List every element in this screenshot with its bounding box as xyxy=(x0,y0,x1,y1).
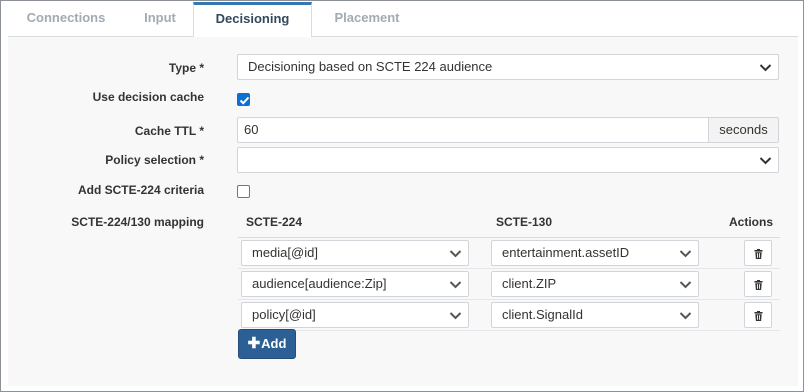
chevron-down-icon xyxy=(759,157,772,165)
scte224-value: policy[@id] xyxy=(252,307,316,322)
policy-selection-label: Policy selection * xyxy=(105,153,204,167)
scte130-value: entertainment.assetID xyxy=(502,245,630,260)
delete-row-button[interactable] xyxy=(744,271,772,297)
cache-ttl-input[interactable]: 60 xyxy=(237,117,709,143)
tab-placement[interactable]: Placement xyxy=(312,2,422,37)
tab-input[interactable]: Input xyxy=(126,2,194,37)
scte130-select[interactable]: client.SignalId xyxy=(491,302,699,328)
scte130-select[interactable]: entertainment.assetID xyxy=(491,240,699,266)
mapping-table: media[@id] entertainment.assetID audienc… xyxy=(238,237,780,331)
check-icon xyxy=(239,96,250,105)
tab-bar: Connections Input Decisioning Placement xyxy=(2,2,802,37)
mapping-row: policy[@id] client.SignalId xyxy=(238,300,780,331)
chevron-down-icon xyxy=(679,250,692,258)
window-frame: Connections Input Decisioning Placement … xyxy=(0,0,804,392)
add-scte224-criteria-checkbox[interactable] xyxy=(237,185,250,198)
plus-icon: ✚ xyxy=(247,335,261,352)
cache-ttl-unit: seconds xyxy=(709,117,779,143)
mapping-label: SCTE-224/130 mapping xyxy=(71,215,204,229)
delete-row-button[interactable] xyxy=(744,240,772,266)
chevron-down-icon xyxy=(449,250,462,258)
column-header-scte224: SCTE-224 xyxy=(246,215,303,229)
chevron-down-icon xyxy=(449,281,462,289)
scte224-value: audience[audience:Zip] xyxy=(252,276,387,291)
chevron-down-icon xyxy=(449,312,462,320)
type-select[interactable]: Decisioning based on SCTE 224 audience xyxy=(237,54,779,80)
scte130-select[interactable]: client.ZIP xyxy=(491,271,699,297)
tab-connections[interactable]: Connections xyxy=(6,2,126,37)
column-header-scte130: SCTE-130 xyxy=(496,215,553,229)
trash-icon xyxy=(754,280,763,290)
scte224-value: media[@id] xyxy=(252,245,318,260)
use-decision-cache-checkbox[interactable] xyxy=(237,93,250,106)
cache-ttl-label: Cache TTL * xyxy=(134,124,204,138)
scte224-select[interactable]: media[@id] xyxy=(241,240,469,266)
delete-row-button[interactable] xyxy=(744,302,772,328)
trash-icon xyxy=(754,249,763,259)
scte224-select[interactable]: policy[@id] xyxy=(241,302,469,328)
trash-icon xyxy=(754,311,763,321)
mapping-row: audience[audience:Zip] client.ZIP xyxy=(238,269,780,300)
mapping-row: media[@id] entertainment.assetID xyxy=(238,238,780,269)
tab-decisioning[interactable]: Decisioning xyxy=(193,2,312,37)
decisioning-panel: Type * Decisioning based on SCTE 224 aud… xyxy=(8,36,798,386)
type-label: Type * xyxy=(168,61,204,75)
chevron-down-icon xyxy=(759,64,772,72)
use-decision-cache-label: Use decision cache xyxy=(92,90,204,104)
scte130-value: client.SignalId xyxy=(502,307,583,322)
type-select-value: Decisioning based on SCTE 224 audience xyxy=(248,59,493,74)
add-mapping-label: Add xyxy=(261,336,287,351)
chevron-down-icon xyxy=(679,312,692,320)
scte130-value: client.ZIP xyxy=(502,276,557,291)
scte224-select[interactable]: audience[audience:Zip] xyxy=(241,271,469,297)
policy-selection-select[interactable] xyxy=(237,147,779,173)
chevron-down-icon xyxy=(679,281,692,289)
add-mapping-button[interactable]: ✚Add xyxy=(238,329,296,359)
column-header-actions: Actions xyxy=(729,215,774,229)
add-scte224-criteria-label: Add SCTE-224 criteria xyxy=(77,183,204,197)
